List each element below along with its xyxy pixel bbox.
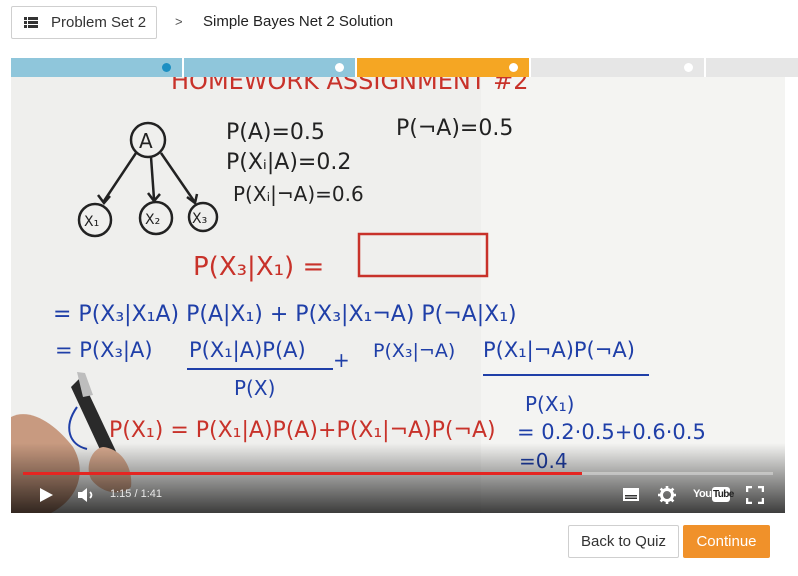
derivation-numerator-2: P(X₁|¬A)P(¬A) (483, 338, 635, 363)
progress-segment-4[interactable] (531, 58, 706, 77)
progress-dot (684, 63, 693, 72)
derivation-line-2b: P(X₃|¬A) (373, 340, 455, 362)
volume-icon[interactable] (77, 487, 97, 503)
derivation-numerator-1: P(X₁|A)P(A) (189, 338, 306, 363)
video-time: 1:15 / 1:41 (110, 488, 162, 500)
back-to-quiz-button[interactable]: Back to Quiz (568, 525, 679, 558)
youtube-logo-icon[interactable]: You Tube (693, 487, 734, 503)
settings-gear-icon[interactable] (658, 486, 676, 504)
derivation-plus: + (333, 348, 350, 372)
board-heading: HOMEWORK ASSIGNMENT #2 (171, 77, 528, 95)
progress-segment-2[interactable] (184, 58, 357, 77)
lesson-title: Simple Bayes Net 2 Solution (203, 13, 394, 30)
derivation-line-3-values: = 0.2·0.5+0.6·0.5 (517, 420, 706, 444)
video-scrub-bar[interactable] (23, 472, 773, 475)
node-x3: X₃ (192, 211, 207, 227)
node-a: A (139, 129, 153, 153)
derivation-denominator-2: P(X₁) (525, 392, 574, 416)
breadcrumb-separator: > (175, 14, 183, 29)
problem-set-button[interactable]: Problem Set 2 (11, 6, 157, 39)
query-expression: P(X₃|X₁) = (193, 252, 324, 282)
video-player[interactable]: HOMEWORK ASSIGNMENT #2 A X₁ X₂ X₃ P(A)=0… (11, 77, 785, 513)
problem-set-label: Problem Set 2 (51, 14, 147, 31)
list-icon (24, 17, 38, 28)
lesson-progress-bar (11, 58, 798, 77)
eq-p-not-a: P(¬A)=0.5 (396, 116, 513, 141)
progress-segment-5[interactable] (706, 58, 798, 77)
derivation-line-3: P(X₁) = P(X₁|A)P(A)+P(X₁|¬A)P(¬A) (109, 418, 496, 443)
node-x2: X₂ (145, 212, 160, 228)
node-x1: X₁ (84, 214, 99, 230)
progress-dot (335, 63, 344, 72)
continue-button[interactable]: Continue (683, 525, 770, 558)
progress-dot (162, 63, 171, 72)
derivation-line-2a: = P(X₃|A) (55, 338, 153, 363)
whiteboard-frame: HOMEWORK ASSIGNMENT #2 A X₁ X₂ X₃ P(A)=0… (11, 77, 785, 513)
derivation-line-4: =0.4 (519, 449, 568, 473)
progress-segment-3[interactable] (357, 58, 531, 77)
video-played-bar (23, 472, 582, 475)
play-icon[interactable] (38, 487, 54, 503)
eq-p-xi-a: P(Xᵢ|A)=0.2 (226, 150, 351, 175)
derivation-denominator-1: P(X) (234, 376, 275, 400)
progress-dot (509, 63, 518, 72)
eq-p-xi-not-a: P(Xᵢ|¬A)=0.6 (233, 182, 364, 206)
captions-icon[interactable] (622, 487, 640, 502)
fullscreen-icon[interactable] (746, 486, 764, 504)
eq-p-a: P(A)=0.5 (226, 120, 325, 145)
derivation-line-1: = P(X₃|X₁A) P(A|X₁) + P(X₃|X₁¬A) P(¬A|X₁… (53, 302, 517, 327)
progress-segment-1[interactable] (11, 58, 184, 77)
